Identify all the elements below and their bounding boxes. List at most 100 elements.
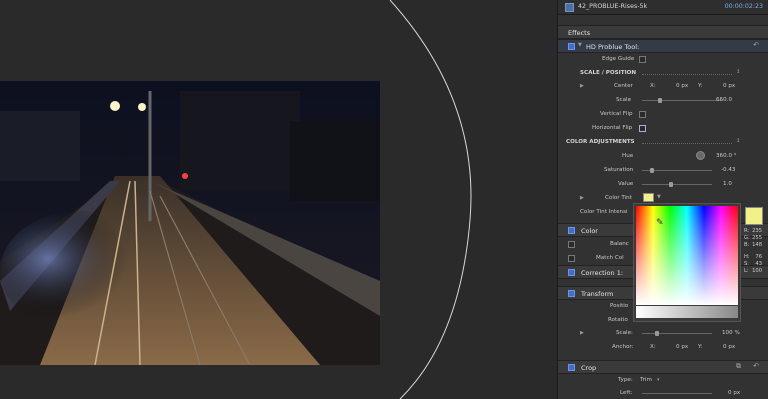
anchor-x-label: X: [650, 344, 656, 350]
transform-scale-slider-knob[interactable] [655, 331, 659, 336]
value-label: Value [618, 181, 634, 187]
saturation-slider-knob[interactable] [650, 168, 654, 173]
separator [642, 143, 732, 144]
transform-title: Transform [581, 289, 614, 298]
crop-title: Crop [581, 363, 597, 372]
color-tint-disclosure-icon[interactable]: ▶ [580, 195, 584, 201]
video-frame [0, 81, 380, 365]
inspector-header: 42_PROBLUE-Rises-5k 00:00:02:23 [558, 0, 768, 15]
color-tint-label: Color Tint [605, 195, 632, 201]
plugin-row[interactable]: ▼ HD Problue Tool: ↶ [558, 39, 768, 53]
center-y-label: Y: [698, 83, 703, 89]
vertical-flip-label: Vertical Flip [600, 111, 633, 117]
anchor-y-value[interactable]: 0 px [723, 344, 735, 350]
correction-enable-checkbox[interactable] [568, 269, 575, 276]
center-x-label: X: [650, 83, 656, 89]
disclosure-icon[interactable]: ▼ [578, 42, 582, 48]
center-label: Center [614, 83, 633, 89]
crop-enable-checkbox[interactable] [568, 364, 575, 371]
h-value: 76 [755, 254, 762, 260]
correction-title: Correction 1: [581, 268, 624, 277]
color-tint-intensity-label: Color Tint Intensi [580, 209, 628, 215]
effects-title: Effects [568, 28, 591, 37]
color-tint-swatch[interactable] [643, 193, 654, 202]
hue-dial[interactable] [696, 151, 705, 160]
stepper-icon[interactable]: ↕ [736, 69, 740, 75]
inspector-panel: 42_PROBLUE-Rises-5k 00:00:02:23 Effects … [557, 0, 768, 399]
center-x-value[interactable]: 0 px [676, 83, 688, 89]
hue-label: Hue [622, 153, 634, 159]
crop-left-label: Left: [620, 390, 633, 396]
hue-value[interactable]: 360.0 ° [716, 153, 737, 159]
crop-type-label: Type: [618, 377, 633, 383]
horizontal-flip-label: Horizontal Flip [592, 125, 633, 131]
color-adjustments-heading: COLOR ADJUSTMENTS [566, 139, 635, 145]
reset-icon[interactable]: ↶ [753, 362, 759, 370]
crop-type-value[interactable]: Trim [640, 377, 652, 383]
position-label: Positio [610, 303, 629, 309]
transform-enable-checkbox[interactable] [568, 290, 575, 297]
scale-disclosure-icon[interactable]: ▶ [580, 330, 584, 336]
chevron-down-icon[interactable]: ▼ [657, 194, 661, 200]
balance-checkbox[interactable] [568, 241, 575, 248]
reset-icon[interactable]: ↶ [753, 41, 759, 49]
g-label: G: [744, 235, 750, 241]
b-label: B: [744, 242, 750, 248]
center-y-value[interactable]: 0 px [723, 83, 735, 89]
h-label: H: [744, 254, 750, 260]
plugin-name: HD Problue Tool: [586, 42, 640, 51]
stepper-icon[interactable]: ↕ [736, 138, 740, 144]
edge-guide-label: Edge Guide [602, 56, 635, 62]
color-spectrum[interactable] [636, 206, 738, 305]
crop-left-value[interactable]: 0 px [728, 390, 740, 396]
b-value: 148 [752, 242, 762, 248]
scale-value[interactable]: 660.0 [716, 97, 732, 103]
color-picker-popover[interactable]: ✎ [633, 203, 741, 322]
selected-color-swatch [745, 207, 763, 225]
color-title: Color [581, 226, 598, 235]
s-value: 43 [755, 261, 762, 267]
balance-label: Balanc [610, 241, 629, 247]
clip-name: 42_PROBLUE-Rises-5k [578, 3, 648, 10]
transform-scale-value[interactable]: 100 % [722, 330, 740, 336]
scale-label: Scale [616, 97, 632, 103]
night-railway-image [0, 81, 380, 365]
center-disclosure-icon[interactable]: ▶ [580, 83, 584, 89]
l-label: L: [744, 268, 749, 274]
crop-left-slider[interactable] [642, 393, 712, 394]
horizontal-flip-checkbox[interactable] [639, 125, 646, 132]
s-label: S: [744, 261, 750, 267]
scale-slider-knob[interactable] [658, 98, 662, 103]
r-label: R: [744, 228, 750, 234]
transform-scale-slider[interactable] [642, 333, 712, 334]
anchor-label: Anchor: [612, 344, 634, 350]
viewer-canvas[interactable] [0, 0, 557, 399]
clip-icon [565, 3, 574, 12]
anchor-y-label: Y: [698, 344, 703, 350]
chevron-down-icon[interactable]: ▾ [657, 377, 660, 383]
transform-scale-label: Scale: [616, 330, 633, 336]
separator [642, 74, 732, 75]
value-value[interactable]: 1.0 [723, 181, 732, 187]
grayscale-bar[interactable] [636, 306, 738, 318]
saturation-label: Saturation [604, 167, 634, 173]
scale-slider[interactable] [642, 100, 722, 101]
match-color-label: Match Col [596, 255, 624, 261]
value-slider-knob[interactable] [669, 182, 673, 187]
vertical-flip-checkbox[interactable] [639, 111, 646, 118]
plugin-enable-checkbox[interactable] [568, 43, 575, 50]
color-enable-checkbox[interactable] [568, 227, 575, 234]
eyedropper-icon[interactable]: ✎ [656, 218, 664, 228]
anchor-x-value[interactable]: 0 px [676, 344, 688, 350]
effects-section[interactable]: Effects [558, 25, 768, 39]
saturation-value[interactable]: -0.43 [721, 167, 735, 173]
edge-guide-checkbox[interactable] [639, 56, 646, 63]
rotation-label: Rotatio [608, 317, 628, 323]
match-color-checkbox[interactable] [568, 255, 575, 262]
scale-position-heading: SCALE / POSITION [580, 70, 637, 76]
value-slider[interactable] [642, 184, 712, 185]
crop-tool-icon[interactable]: ⧉ [736, 362, 741, 371]
crop-section[interactable]: Crop ⧉ ↶ [558, 360, 768, 374]
l-value: 100 [752, 268, 762, 274]
g-value: 255 [752, 235, 762, 241]
